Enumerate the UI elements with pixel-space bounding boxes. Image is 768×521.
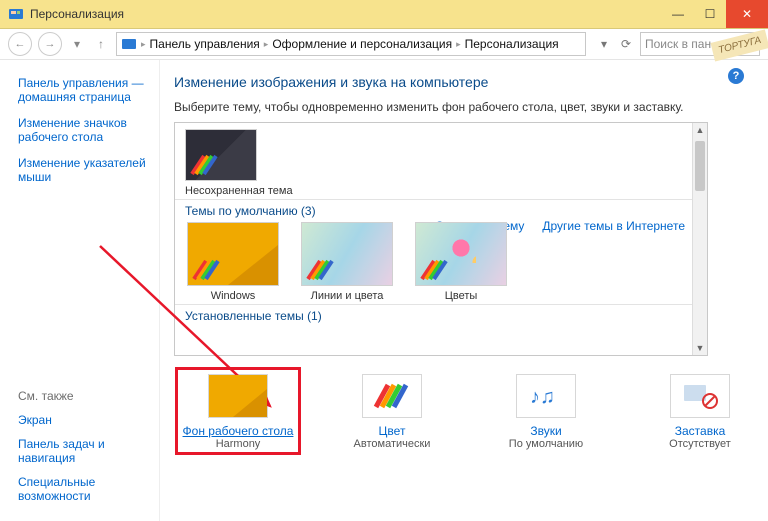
sidebar-link-desktop-icons[interactable]: Изменение значков рабочего стола — [18, 116, 147, 144]
control-panel-icon — [121, 36, 137, 52]
scroll-up-icon[interactable]: ▲ — [693, 123, 707, 137]
window-title: Персонализация — [30, 7, 124, 21]
up-level-button[interactable]: ↑ — [92, 35, 110, 53]
maximize-button[interactable]: ☐ — [694, 0, 726, 28]
scrollbar-thumb[interactable] — [695, 141, 705, 191]
themes-pane: ▲ ▼ Несохраненная тема — [174, 122, 708, 356]
sidebar-link-mouse-pointers[interactable]: Изменение указателей мыши — [18, 156, 147, 184]
crumb-root[interactable]: Панель управления — [150, 37, 260, 51]
color-value: Автоматически — [354, 438, 431, 450]
sounds-icon: ♪♫ — [516, 374, 576, 418]
page-subtext: Выберите тему, чтобы одновременно измени… — [174, 100, 762, 114]
scrollbar[interactable]: ▲ ▼ — [692, 123, 707, 355]
theme-unsaved[interactable]: Несохраненная тема — [185, 129, 315, 197]
screensaver-button[interactable]: Заставка Отсутствует — [638, 368, 762, 454]
personalization-icon — [8, 6, 24, 22]
sidebar-link-taskbar[interactable]: Панель задач и навигация — [18, 437, 147, 465]
theme-unsaved-preview — [185, 129, 257, 181]
sidebar: Панель управления — домашняя страница Из… — [0, 60, 160, 521]
up-button[interactable]: ▾ — [68, 35, 86, 53]
color-icon — [362, 374, 422, 418]
refresh-button[interactable]: ⟳ — [618, 36, 634, 52]
close-button[interactable]: ✕ — [726, 0, 768, 28]
theme-windows-label: Windows — [211, 290, 256, 302]
desktop-background-button[interactable]: Фон рабочего стола Harmony — [176, 368, 300, 454]
color-fan-icon — [190, 154, 220, 176]
desktop-background-preview — [208, 374, 268, 418]
defaults-heading: Темы по умолчанию (3) — [185, 204, 697, 218]
color-button[interactable]: Цвет Автоматически — [330, 368, 454, 454]
theme-unsaved-label: Несохраненная тема — [185, 185, 293, 197]
page-heading: Изменение изображения и звука на компьют… — [174, 74, 762, 90]
titlebar: Персонализация — ☐ ✕ — [0, 0, 768, 29]
sounds-label[interactable]: Звуки — [530, 424, 561, 438]
minimize-button[interactable]: — — [662, 0, 694, 28]
installed-heading: Установленные темы (1) — [185, 309, 697, 323]
theme-windows-preview — [187, 222, 279, 286]
color-label[interactable]: Цвет — [379, 424, 406, 438]
theme-lines-preview — [301, 222, 393, 286]
svg-text:♪♫: ♪♫ — [530, 386, 555, 408]
online-themes-link[interactable]: Другие темы в Интернете — [542, 219, 685, 233]
breadcrumb[interactable]: ▸ Панель управления ▸ Оформление и персо… — [116, 32, 586, 56]
color-fan-icon — [420, 259, 450, 281]
scroll-down-icon[interactable]: ▼ — [693, 341, 707, 355]
help-icon[interactable]: ? — [728, 68, 744, 84]
theme-flowers-label: Цветы — [445, 290, 478, 302]
sidebar-link-screen[interactable]: Экран — [18, 413, 147, 427]
screensaver-icon — [670, 374, 730, 418]
see-also-heading: См. также — [18, 389, 147, 403]
sounds-value: По умолчанию — [509, 438, 583, 450]
back-button[interactable]: ← — [8, 32, 32, 56]
desktop-background-label[interactable]: Фон рабочего стола — [183, 424, 294, 438]
breadcrumb-dropdown-icon[interactable]: ▾ — [596, 36, 612, 52]
theme-windows[interactable]: Windows — [185, 222, 281, 302]
crumb-leaf[interactable]: Персонализация — [465, 37, 559, 51]
address-bar: ← → ▾ ↑ ▸ Панель управления ▸ Оформление… — [0, 29, 768, 60]
sounds-button[interactable]: ♪♫ Звуки По умолчанию — [484, 368, 608, 454]
sidebar-link-accessibility[interactable]: Специальные возможности — [18, 475, 147, 503]
crumb-mid[interactable]: Оформление и персонализация — [272, 37, 452, 51]
screensaver-value: Отсутствует — [669, 438, 731, 450]
desktop-background-value: Harmony — [216, 438, 261, 450]
theme-lines[interactable]: Линии и цвета — [299, 222, 395, 302]
content-area: ? Изменение изображения и звука на компь… — [160, 60, 768, 521]
sidebar-home-link[interactable]: Панель управления — домашняя страница — [18, 76, 147, 104]
color-fan-icon — [192, 259, 222, 281]
forward-button[interactable]: → — [38, 32, 62, 56]
theme-flowers-preview — [415, 222, 507, 286]
screensaver-label[interactable]: Заставка — [675, 424, 726, 438]
theme-flowers[interactable]: Цветы — [413, 222, 509, 302]
search-placeholder: Поиск в пан — [645, 37, 711, 51]
settings-row: Фон рабочего стола Harmony Цвет Автомати… — [174, 368, 762, 454]
color-fan-icon — [306, 259, 336, 281]
theme-lines-label: Линии и цвета — [311, 290, 384, 302]
